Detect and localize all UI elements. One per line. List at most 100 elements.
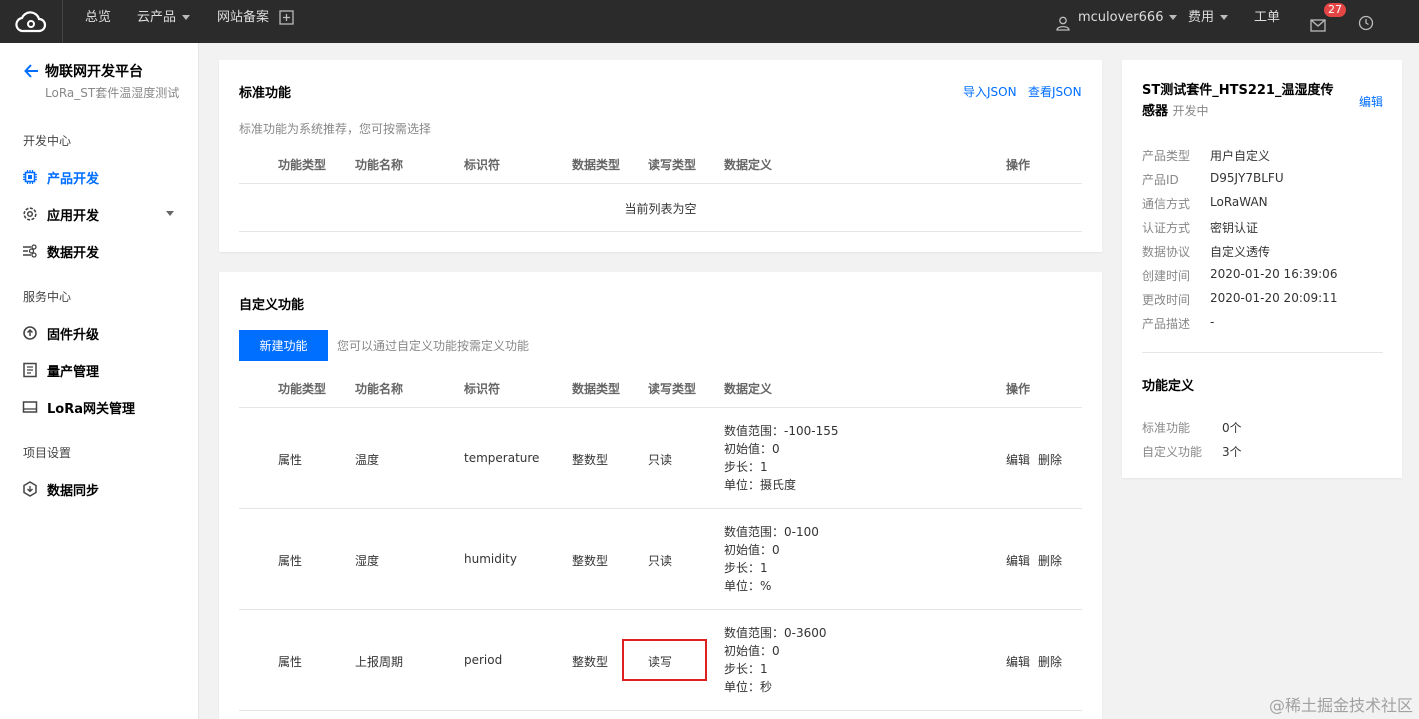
column-header-name: 功能名称: [355, 382, 404, 396]
column-header-definition: 数据定义: [724, 382, 773, 396]
row-rw-type: 只读: [648, 453, 673, 467]
nav-products[interactable]: 云产品: [137, 0, 191, 43]
delete-link[interactable]: 删除: [1038, 451, 1062, 468]
edit-link[interactable]: 编辑: [1006, 653, 1030, 670]
definition-step: 步长：1: [724, 561, 768, 575]
edit-link[interactable]: 编辑: [1006, 552, 1030, 569]
nav-products-label: 云产品: [137, 10, 177, 25]
chevron-down-icon: [182, 15, 191, 20]
row-type: 属性: [278, 453, 303, 467]
row-definition: 数值范围：-100-155 初始值：0 步长：1 单位：摄氏度: [724, 422, 838, 494]
product-name: ST测试套件_HTS221_温湿度传 感器 开发中: [1142, 80, 1342, 122]
column-header-rw-type: 读写类型: [648, 158, 697, 172]
nav-billing[interactable]: 费用: [1188, 0, 1229, 43]
row-name: 上报周期: [355, 655, 404, 669]
column-header-definition: 数据定义: [724, 158, 773, 172]
row-identifier: humidity: [464, 552, 517, 566]
table-divider: [239, 183, 1082, 184]
sidebar-item-data-dev[interactable]: 数据开发: [22, 241, 99, 261]
table-divider: [239, 710, 1082, 711]
sidebar-item-mass-production[interactable]: 量产管理: [22, 360, 99, 380]
sidebar-item-lora-gateway[interactable]: LoRa网关管理: [22, 397, 135, 417]
table-divider: [239, 231, 1082, 232]
row-definition: 数值范围：0-3600 初始值：0 步长：1 单位：秒: [724, 624, 827, 696]
edit-product-link[interactable]: 编辑: [1359, 93, 1383, 110]
new-function-button[interactable]: 新建功能: [239, 330, 328, 361]
definition-initial: 初始值：0: [724, 543, 780, 557]
sidebar-item-app-dev[interactable]: 应用开发: [22, 204, 174, 224]
top-bar: 总览 云产品 网站备案 mculover666 费用 工单 27: [0, 0, 1419, 43]
info-label: 标准功能: [1142, 421, 1191, 435]
nav-overview[interactable]: 总览: [85, 0, 111, 43]
row-name: 湿度: [355, 554, 380, 568]
nav-ticket[interactable]: 工单: [1254, 0, 1280, 43]
watermark: @稀土掘金技术社区: [1268, 696, 1413, 715]
import-json-link[interactable]: 导入JSON: [963, 83, 1017, 100]
standard-functions-card: 标准功能 导入JSON 查看JSON 标准功能为系统推荐，您可按需选择 功能类型…: [219, 60, 1102, 252]
column-header-identifier: 标识符: [464, 382, 501, 396]
column-header-type: 功能类型: [278, 158, 327, 172]
sidebar-item-label: 应用开发: [47, 208, 100, 224]
group-dev-center: 开发中心: [23, 134, 72, 148]
arrow-left-icon: [24, 64, 39, 78]
info-value: 2020-01-20 20:09:11: [1210, 291, 1338, 305]
info-label: 自定义功能: [1142, 445, 1203, 459]
clock-icon[interactable]: [1358, 10, 1374, 31]
info-value: -: [1210, 315, 1215, 329]
nav-billing-label: 费用: [1188, 10, 1215, 25]
add-shortcut-icon[interactable]: [279, 10, 294, 25]
platform-title: 物联网开发平台: [45, 64, 143, 80]
definition-initial: 初始值：0: [724, 644, 780, 658]
empty-list-message: 当前列表为空: [624, 202, 697, 216]
gateway-icon: [22, 399, 38, 415]
product-status: 开发中: [1172, 104, 1209, 118]
table-divider: [239, 508, 1082, 509]
definition-range: 数值范围：-100-155: [724, 424, 839, 438]
info-label: 产品类型: [1142, 149, 1191, 163]
definition-initial: 初始值：0: [724, 442, 780, 456]
nav-filing[interactable]: 网站备案: [217, 0, 269, 43]
info-label: 通信方式: [1142, 197, 1191, 211]
column-header-action: 操作: [1006, 158, 1031, 172]
custom-functions-hint: 您可以通过自定义功能按需定义功能: [337, 339, 530, 353]
delete-link[interactable]: 删除: [1038, 653, 1062, 670]
sync-icon: [22, 481, 38, 497]
info-value: 密钥认证: [1210, 221, 1259, 235]
info-label: 认证方式: [1142, 221, 1191, 235]
group-project-settings: 项目设置: [23, 446, 72, 460]
user-menu[interactable]: mculover666: [1078, 0, 1178, 43]
delete-link[interactable]: 删除: [1038, 552, 1062, 569]
info-label: 产品描述: [1142, 317, 1191, 331]
edit-link[interactable]: 编辑: [1006, 451, 1030, 468]
column-header-data-type: 数据类型: [572, 158, 621, 172]
view-json-link[interactable]: 查看JSON: [1028, 83, 1082, 100]
product-name-line2: 感器: [1142, 104, 1169, 119]
definition-range: 数值范围：0-3600: [724, 626, 827, 640]
column-header-type: 功能类型: [278, 382, 327, 396]
definition-unit: 单位：秒: [724, 680, 773, 694]
column-header-identifier: 标识符: [464, 158, 501, 172]
chevron-down-icon: [1169, 15, 1178, 20]
sidebar-item-data-sync[interactable]: 数据同步: [22, 479, 99, 499]
product-name-line1: ST测试套件_HTS221_温湿度传: [1142, 83, 1334, 98]
info-value: 0个: [1222, 421, 1242, 435]
data-flow-icon: [22, 243, 38, 259]
custom-functions-title: 自定义功能: [239, 298, 305, 313]
sidebar-item-label: 固件升级: [47, 327, 100, 343]
sidebar-item-product-dev[interactable]: 产品开发: [22, 167, 99, 187]
column-header-data-type: 数据类型: [572, 382, 621, 396]
info-value: 用户自定义: [1210, 149, 1271, 163]
mail-icon[interactable]: [1310, 11, 1326, 32]
sidebar-item-label: LoRa网关管理: [47, 401, 135, 417]
standard-functions-title: 标准功能: [239, 86, 292, 101]
sidebar: 物联网开发平台 LoRa_ST套件温湿度测试 开发中心 产品开发 应用开发 数据…: [0, 43, 199, 719]
back-link[interactable]: 物联网开发平台: [24, 61, 143, 81]
cloud-logo-icon[interactable]: [0, 0, 63, 43]
info-label: 更改时间: [1142, 293, 1191, 307]
custom-functions-card: 自定义功能 新建功能 您可以通过自定义功能按需定义功能 功能类型 功能名称 标识…: [219, 272, 1102, 719]
gear-icon: [22, 206, 38, 222]
product-info-card: ST测试套件_HTS221_温湿度传 感器 开发中 编辑 产品类型 用户自定义 …: [1122, 60, 1402, 478]
sidebar-item-firmware[interactable]: 固件升级: [22, 323, 99, 343]
group-service-center: 服务中心: [23, 290, 72, 304]
chevron-down-icon: [1220, 15, 1229, 20]
